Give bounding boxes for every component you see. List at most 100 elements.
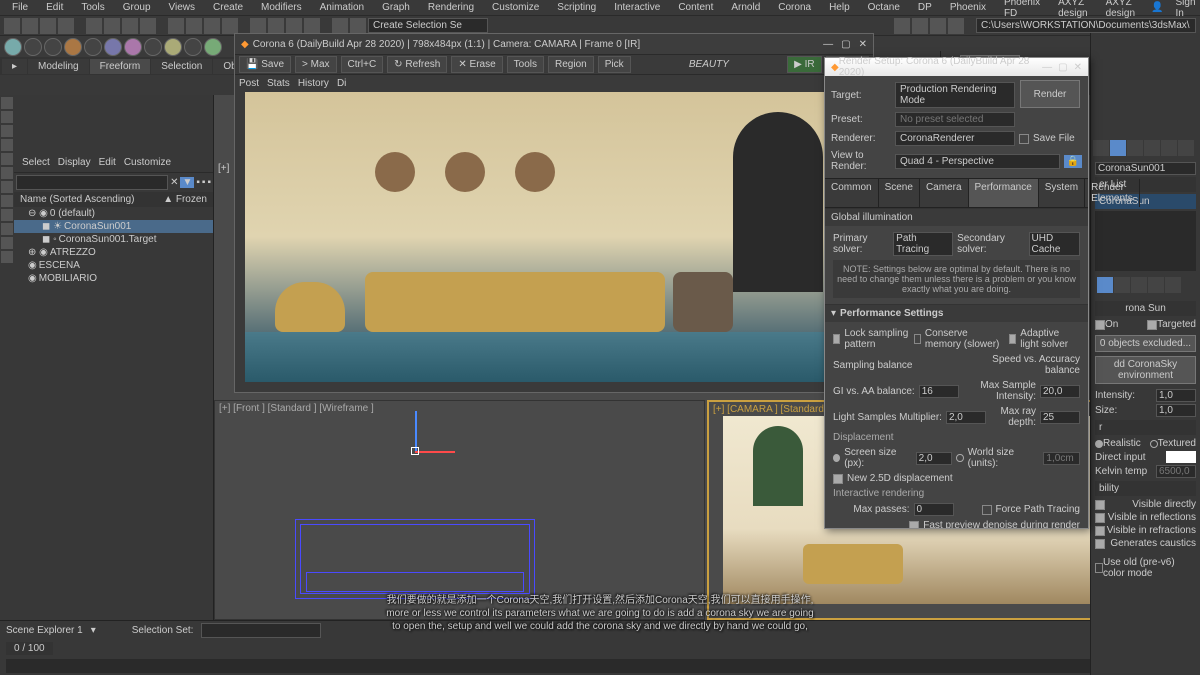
create-tab-icon[interactable] (1093, 140, 1109, 156)
vfb-tools-button[interactable]: Tools (507, 56, 544, 73)
vfb-region-button[interactable]: Region (548, 56, 594, 73)
side-tool-icon[interactable] (1, 181, 13, 193)
adaptive-light-checkbox[interactable] (1009, 334, 1016, 344)
sun-on-checkbox[interactable] (1095, 320, 1105, 330)
side-tool-icon[interactable] (1, 125, 13, 137)
viewport-label-front[interactable]: [+] [Front ] [Standard ] [Wireframe ] (219, 403, 374, 414)
tool-icon[interactable] (144, 38, 162, 56)
toggle-icon[interactable]: ▪ (207, 177, 211, 188)
side-tool-icon[interactable] (1, 111, 13, 123)
select-name-icon[interactable] (104, 18, 120, 34)
target-dropdown[interactable]: Production Rendering Mode (895, 82, 1015, 108)
side-tool-icon[interactable] (1, 167, 13, 179)
render-frame-icon[interactable] (912, 18, 928, 34)
side-tool-icon[interactable] (1, 139, 13, 151)
tree-row[interactable]: ◉ MOBILIARIO (14, 272, 213, 285)
tool-icon[interactable] (84, 38, 102, 56)
percent-snap-icon[interactable] (286, 18, 302, 34)
generates-caustics-checkbox[interactable] (1095, 539, 1105, 549)
forcept-checkbox[interactable] (982, 505, 992, 515)
snap-icon[interactable] (250, 18, 266, 34)
menu-create[interactable]: Create (205, 1, 251, 14)
targeted-checkbox[interactable] (1147, 320, 1157, 330)
keyboard-shortcut-icon[interactable] (332, 18, 348, 34)
menu-rendering[interactable]: Rendering (420, 1, 482, 14)
savefile-checkbox[interactable] (1019, 134, 1029, 144)
se-menu-edit[interactable]: Edit (99, 157, 116, 168)
visible-refractions-checkbox[interactable] (1095, 526, 1105, 536)
menu-phoenixfd[interactable]: Phoenix FD (996, 0, 1048, 20)
tree-row[interactable]: ◼ ◦ CoronaSun001.Target (14, 233, 213, 246)
se-menu-select[interactable]: Select (22, 157, 50, 168)
menu-dp[interactable]: DP (910, 1, 940, 14)
render-button[interactable]: Render (1020, 80, 1080, 108)
pin-stack-icon[interactable] (1097, 277, 1113, 293)
excluded-button[interactable]: 0 objects excluded... (1095, 335, 1196, 352)
hierarchy-tab-icon[interactable] (1127, 140, 1143, 156)
color-swatch[interactable] (1166, 451, 1196, 463)
lock-sampling-checkbox[interactable] (833, 334, 840, 344)
undo-icon[interactable] (4, 18, 20, 34)
menu-file[interactable]: File (4, 1, 36, 14)
tab-camera[interactable]: Camera (920, 179, 969, 207)
time-slider-frame[interactable]: 0 / 100 (6, 642, 53, 655)
lsm-spinner[interactable]: 2,0 (946, 411, 986, 424)
vfb-pick-button[interactable]: Pick (598, 56, 631, 73)
menu-interactive[interactable]: Interactive (606, 1, 668, 14)
side-tool-icon[interactable] (1, 251, 13, 263)
toggle-icon[interactable]: ▪ (202, 177, 206, 188)
fastpreview-checkbox[interactable] (909, 521, 919, 529)
angle-snap-icon[interactable] (268, 18, 284, 34)
maximize-icon[interactable]: ▢ (1058, 62, 1067, 73)
worldsize-radio[interactable] (956, 454, 963, 462)
make-unique-icon[interactable] (1131, 277, 1147, 293)
selection-set-dropdown[interactable] (368, 18, 488, 33)
rotate-icon[interactable] (186, 18, 202, 34)
vfb-tab-post[interactable]: Post (239, 78, 259, 89)
path-field[interactable] (976, 18, 1196, 33)
tool-icon[interactable] (104, 38, 122, 56)
vfb-channel-dropdown[interactable]: BEAUTY (635, 59, 784, 70)
conserve-memory-checkbox[interactable] (914, 334, 921, 344)
visible-reflections-checkbox[interactable] (1095, 513, 1105, 523)
side-tool-icon[interactable] (1, 209, 13, 221)
render-setup-icon[interactable] (894, 18, 910, 34)
side-tool-icon[interactable] (1, 153, 13, 165)
primary-solver-dropdown[interactable]: Path Tracing (893, 232, 953, 256)
side-tool-icon[interactable] (1, 223, 13, 235)
redo-icon[interactable] (22, 18, 38, 34)
object-name-field[interactable] (1095, 162, 1196, 175)
remove-modifier-icon[interactable] (1148, 277, 1164, 293)
menu-edit[interactable]: Edit (38, 1, 71, 14)
spinner-snap-icon[interactable] (304, 18, 320, 34)
vfb-tab-stats[interactable]: Stats (267, 78, 290, 89)
menu-customize[interactable]: Customize (484, 1, 547, 14)
vfb-refresh-button[interactable]: ↻ Refresh (387, 56, 447, 73)
side-tool-icon[interactable] (1, 97, 13, 109)
view-dropdown[interactable]: Quad 4 - Perspective (895, 154, 1060, 169)
corona-sun-rollout[interactable]: rona Sun (1095, 301, 1196, 316)
performance-rollout-header[interactable]: ▾ Performance Settings (825, 305, 1088, 322)
timeline-slider[interactable] (6, 659, 1194, 673)
tab-render-elements[interactable]: Render Elements (1085, 179, 1140, 207)
rect-select-icon[interactable] (122, 18, 138, 34)
minimize-icon[interactable]: — (823, 39, 833, 50)
tree-row[interactable]: ◉ ESCENA (14, 259, 213, 272)
tab-modeling[interactable]: Modeling (28, 59, 89, 74)
se-menu-customize[interactable]: Customize (124, 157, 171, 168)
minimize-icon[interactable]: — (1042, 62, 1052, 73)
tab-system[interactable]: System (1039, 179, 1085, 207)
menu-axyz2[interactable]: AXYZ design (1098, 0, 1143, 20)
menu-content[interactable]: Content (670, 1, 721, 14)
tool-icon[interactable] (24, 38, 42, 56)
menu-views[interactable]: Views (161, 1, 204, 14)
menu-graph[interactable]: Graph (374, 1, 418, 14)
side-tool-icon[interactable] (1, 237, 13, 249)
vfb-tab-di[interactable]: Di (337, 78, 346, 89)
tree-row[interactable]: ⊖ ◉ 0 (default) (14, 207, 213, 220)
secondary-solver-dropdown[interactable]: UHD Cache (1029, 232, 1080, 256)
maxpass-spinner[interactable]: 0 (914, 503, 954, 516)
utilities-tab-icon[interactable] (1178, 140, 1194, 156)
selset-icon[interactable] (350, 18, 366, 34)
unlink-icon[interactable] (58, 18, 74, 34)
